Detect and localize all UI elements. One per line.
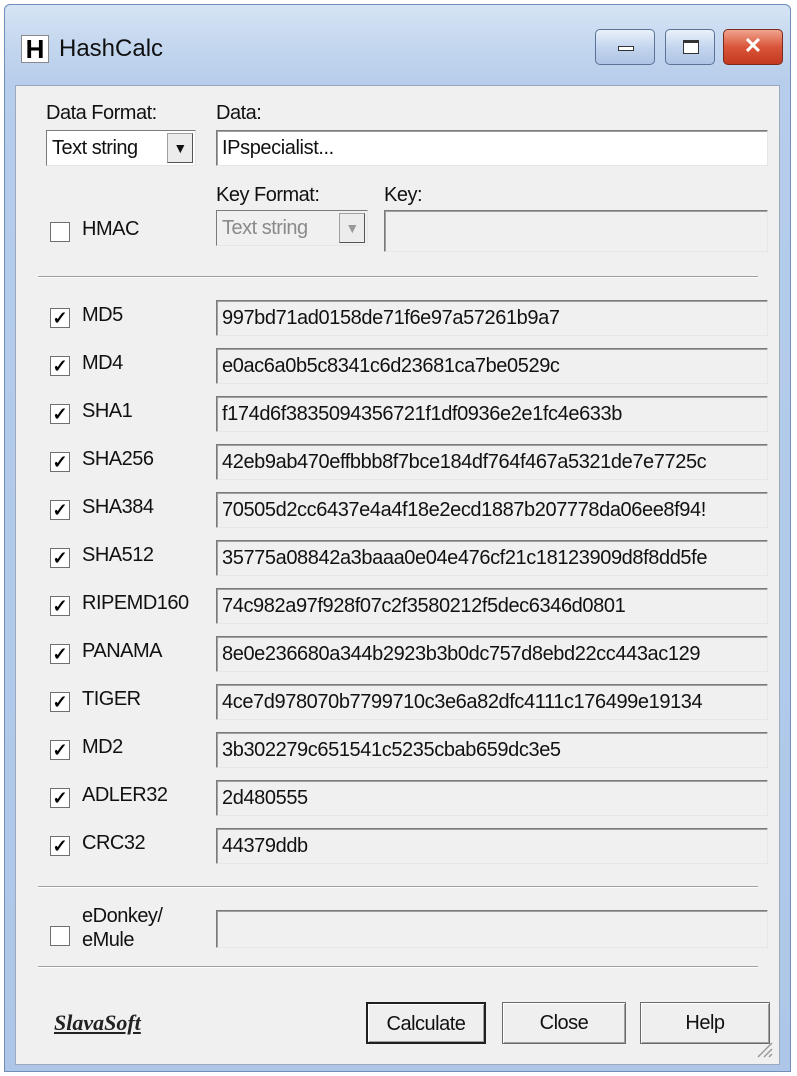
data-input[interactable]: IPspecialist... xyxy=(216,130,768,166)
md2-value[interactable]: 3b302279c651541c5235cbab659dc3e5 xyxy=(216,732,768,768)
data-format-label: Data Format: xyxy=(46,102,157,124)
crc32-checkbox[interactable]: ✓ xyxy=(50,836,70,856)
md2-label: MD2 xyxy=(82,736,123,758)
md5-checkbox[interactable]: ✓ xyxy=(50,308,70,328)
hmac-checkbox[interactable] xyxy=(50,222,70,242)
close-icon: ✕ xyxy=(743,33,763,58)
sha1-label: SHA1 xyxy=(82,400,133,422)
sha1-checkbox[interactable]: ✓ xyxy=(50,404,70,424)
check-icon: ✓ xyxy=(52,356,68,376)
separator xyxy=(38,276,758,278)
sha384-label: SHA384 xyxy=(82,496,154,518)
check-icon: ✓ xyxy=(52,644,68,664)
edonkey-label-line2: eMule xyxy=(82,929,134,951)
help-button[interactable]: Help xyxy=(640,1002,770,1044)
sha512-checkbox[interactable]: ✓ xyxy=(50,548,70,568)
check-icon: ✓ xyxy=(52,788,68,808)
check-icon: ✓ xyxy=(52,548,68,568)
sha256-checkbox[interactable]: ✓ xyxy=(50,452,70,472)
separator xyxy=(38,886,758,888)
check-icon: ✓ xyxy=(52,452,68,472)
close-button[interactable]: Close xyxy=(502,1002,626,1044)
hmac-label: HMAC xyxy=(82,218,139,240)
title-bar[interactable]: H HashCalc ✕ xyxy=(5,5,790,83)
dialog-body: Data Format: Text string ▼ Data: IPspeci… xyxy=(15,85,780,1065)
check-icon: ✓ xyxy=(52,308,68,328)
data-format-select[interactable]: Text string ▼ xyxy=(46,130,196,166)
slavasoft-logo[interactable]: SlavaSoft xyxy=(54,1010,141,1036)
panama-label: PANAMA xyxy=(82,640,162,662)
tiger-checkbox[interactable]: ✓ xyxy=(50,692,70,712)
adler32-checkbox[interactable]: ✓ xyxy=(50,788,70,808)
key-format-value: Text string xyxy=(222,217,308,239)
ripemd160-value[interactable]: 74c982a97f928f07c2f3580212f5dec6346d0801 xyxy=(216,588,768,624)
check-icon: ✓ xyxy=(52,596,68,616)
ripemd160-label: RIPEMD160 xyxy=(82,592,189,614)
check-icon: ✓ xyxy=(52,692,68,712)
key-format-select[interactable]: Text string ▼ xyxy=(216,210,368,246)
minimize-button[interactable] xyxy=(595,29,655,65)
adler32-label: ADLER32 xyxy=(82,784,168,806)
tiger-label: TIGER xyxy=(82,688,141,710)
key-format-label: Key Format: xyxy=(216,184,320,206)
edonkey-checkbox[interactable] xyxy=(50,926,70,946)
md5-label: MD5 xyxy=(82,304,123,326)
md4-label: MD4 xyxy=(82,352,123,374)
chevron-down-icon[interactable]: ▼ xyxy=(167,133,193,163)
calculate-button[interactable]: Calculate xyxy=(366,1002,486,1044)
maximize-icon xyxy=(683,40,699,54)
sha256-label: SHA256 xyxy=(82,448,154,470)
sha256-value[interactable]: 42eb9ab470effbbb8f7bce184df764f467a5321d… xyxy=(216,444,768,480)
md5-value[interactable]: 997bd71ad0158de71f6e97a57261b9a7 xyxy=(216,300,768,336)
md4-value[interactable]: e0ac6a0b5c8341c6d23681ca7be0529c xyxy=(216,348,768,384)
check-icon: ✓ xyxy=(52,404,68,424)
panama-checkbox[interactable]: ✓ xyxy=(50,644,70,664)
edonkey-value[interactable] xyxy=(216,910,768,948)
sha384-value[interactable]: 70505d2cc6437e4a4f18e2ecd1887b207778da06… xyxy=(216,492,768,528)
check-icon: ✓ xyxy=(52,836,68,856)
sha384-checkbox[interactable]: ✓ xyxy=(50,500,70,520)
separator xyxy=(38,966,758,968)
sha1-value[interactable]: f174d6f3835094356721f1df0936e2e1fc4e633b xyxy=(216,396,768,432)
hashcalc-window: H HashCalc ✕ Data Format: Text string ▼ … xyxy=(4,4,791,1072)
sha512-value[interactable]: 35775a08842a3baaa0e04e476cf21c18123909d8… xyxy=(216,540,768,576)
sha512-label: SHA512 xyxy=(82,544,154,566)
chevron-down-icon[interactable]: ▼ xyxy=(339,213,365,243)
maximize-button[interactable] xyxy=(665,29,715,65)
key-label: Key: xyxy=(384,184,423,206)
crc32-label: CRC32 xyxy=(82,832,146,854)
tiger-value[interactable]: 4ce7d978070b7799710c3e6a82dfc4111c176499… xyxy=(216,684,768,720)
crc32-value[interactable]: 44379ddb xyxy=(216,828,768,864)
md4-checkbox[interactable]: ✓ xyxy=(50,356,70,376)
adler32-value[interactable]: 2d480555 xyxy=(216,780,768,816)
data-label: Data: xyxy=(216,102,262,124)
ripemd160-checkbox[interactable]: ✓ xyxy=(50,596,70,616)
check-icon: ✓ xyxy=(52,500,68,520)
check-icon: ✓ xyxy=(52,740,68,760)
edonkey-label-line1: eDonkey/ xyxy=(82,905,163,927)
panama-value[interactable]: 8e0e236680a344b2923b3b0dc757d8ebd22cc443… xyxy=(216,636,768,672)
close-window-button[interactable]: ✕ xyxy=(723,29,783,65)
resize-grip-icon[interactable] xyxy=(755,1040,773,1058)
app-icon: H xyxy=(21,35,49,63)
minimize-icon xyxy=(618,46,634,51)
key-input[interactable] xyxy=(384,210,768,252)
edonkey-label: eDonkey/ eMule xyxy=(82,904,163,952)
data-format-value: Text string xyxy=(52,137,138,159)
md2-checkbox[interactable]: ✓ xyxy=(50,740,70,760)
window-title: HashCalc xyxy=(59,35,164,62)
